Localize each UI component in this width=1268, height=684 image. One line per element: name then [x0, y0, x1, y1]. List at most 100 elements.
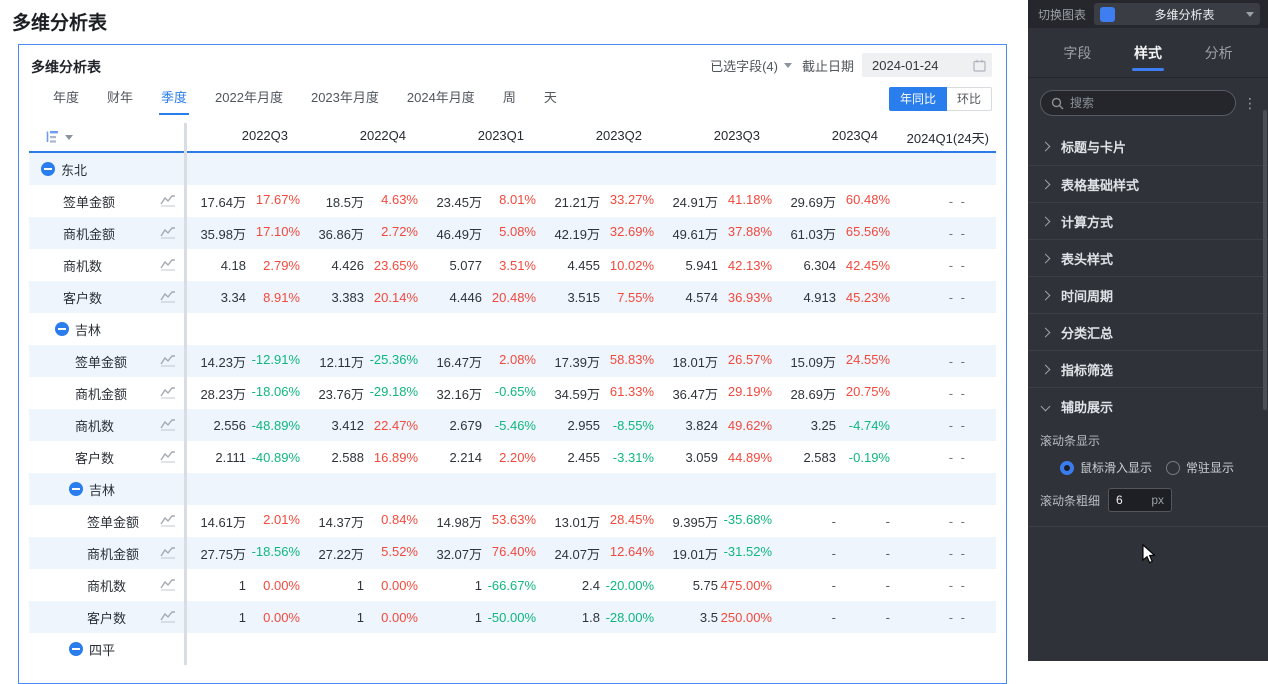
metric-value: 4.18 — [184, 258, 246, 273]
metric-percent: -0.19% — [836, 450, 892, 465]
metric-label[interactable]: 客户数 — [87, 608, 126, 627]
chart-type-dropdown[interactable]: 多维分析表 — [1094, 3, 1260, 25]
value-cell-pair: 1-50.00% — [420, 610, 538, 625]
metric-label[interactable]: 签单金额 — [63, 192, 115, 211]
metric-label[interactable]: 客户数 — [75, 448, 114, 467]
mom-toggle-button[interactable]: 环比 — [947, 87, 992, 111]
trend-chart-icon[interactable] — [160, 514, 176, 527]
group-label[interactable]: 吉林 — [75, 320, 101, 339]
thickness-value-input[interactable] — [1116, 493, 1144, 507]
collapse-minus-icon[interactable] — [55, 322, 69, 336]
value-cell-pair: 28.69万20.75% — [774, 384, 892, 403]
trend-chart-icon[interactable] — [160, 354, 176, 367]
section-label: 标题与卡片 — [1061, 137, 1126, 156]
section-6[interactable]: 指标筛选 — [1028, 350, 1268, 387]
section-3[interactable]: 表头样式 — [1028, 239, 1268, 276]
selected-fields-dropdown[interactable]: 已选字段(4) — [710, 56, 778, 75]
value-cell-pair: 2.58816.89% — [302, 450, 420, 465]
section-label: 分类汇总 — [1061, 323, 1113, 342]
value-cell-pair: 15.09万24.55% — [774, 352, 892, 371]
metric-value: 5.077 — [420, 258, 482, 273]
metric-percent: 32.69% — [600, 224, 656, 243]
table-row: 客户数10.00%10.00%1-50.00%1.8-28.00%3.5250.… — [29, 601, 996, 633]
metric-label[interactable]: 商机数 — [87, 576, 126, 595]
metric-value: 2.4 — [538, 578, 600, 593]
value-cell-pair: 16.47万2.08% — [420, 352, 538, 371]
trend-chart-icon[interactable] — [160, 578, 176, 591]
period-tab-4[interactable]: 2023年月度 — [297, 83, 393, 117]
trend-chart-icon[interactable] — [160, 194, 176, 207]
collapse-minus-icon[interactable] — [69, 642, 83, 656]
panel-scrollbar[interactable] — [1263, 110, 1267, 410]
section-4[interactable]: 时间周期 — [1028, 276, 1268, 313]
section-2[interactable]: 计算方式 — [1028, 202, 1268, 239]
period-tab-0[interactable]: 年度 — [39, 83, 93, 117]
panel-tab-2[interactable]: 分析 — [1201, 33, 1237, 73]
metric-label[interactable]: 商机金额 — [63, 224, 115, 243]
chevron-icon — [1041, 290, 1051, 300]
section-0[interactable]: 标题与卡片 — [1028, 128, 1268, 165]
metric-label[interactable]: 商机数 — [63, 256, 102, 275]
scrollbar-thickness-input[interactable]: px — [1108, 488, 1172, 512]
trend-chart-icon[interactable] — [160, 418, 176, 431]
trend-chart-icon[interactable] — [160, 546, 176, 559]
period-tab-2[interactable]: 季度 — [147, 83, 201, 117]
section-7[interactable]: 辅助展示 — [1028, 387, 1268, 424]
metric-row-label: 客户数 — [29, 441, 184, 473]
period-tab-1[interactable]: 财年 — [93, 83, 147, 117]
search-box[interactable] — [1040, 90, 1236, 116]
scrollbar-display-label: 滚动条显示 — [1040, 432, 1256, 449]
section-label: 时间周期 — [1061, 286, 1113, 305]
trend-chart-icon[interactable] — [160, 290, 176, 303]
group-row-label: 吉林 — [29, 313, 184, 345]
metric-label[interactable]: 客户数 — [63, 288, 102, 307]
deadline-date-input[interactable]: 2024-01-24 — [862, 53, 992, 77]
table-row: 东北 — [29, 153, 996, 185]
period-tab-7[interactable]: 天 — [530, 83, 571, 117]
value-cell-pair: 3.5250.00% — [656, 610, 774, 625]
metric-percent: 16.89% — [364, 450, 420, 465]
trend-chart-icon[interactable] — [160, 258, 176, 271]
radio-hover-show[interactable] — [1060, 461, 1074, 475]
chevron-down-icon[interactable] — [784, 63, 792, 68]
metric-value: 23.45万 — [420, 192, 482, 211]
group-label[interactable]: 吉林 — [89, 480, 115, 499]
period-tab-6[interactable]: 周 — [489, 83, 530, 117]
metric-label[interactable]: 商机金额 — [75, 384, 127, 403]
period-tab-5[interactable]: 2024年月度 — [393, 83, 489, 117]
tree-hierarchy-icon[interactable] — [45, 130, 59, 144]
group-label[interactable]: 东北 — [61, 160, 87, 179]
search-input[interactable] — [1070, 96, 1225, 110]
collapse-minus-icon[interactable] — [69, 482, 83, 496]
collapse-minus-icon[interactable] — [41, 162, 55, 176]
group-label[interactable]: 四平 — [89, 640, 115, 659]
section-1[interactable]: 表格基础样式 — [1028, 165, 1268, 202]
metric-value: 24.91万 — [656, 192, 718, 211]
radio-hover-show-label[interactable]: 鼠标滑入显示 — [1080, 459, 1152, 476]
trend-chart-icon[interactable] — [160, 610, 176, 623]
kebab-menu-icon[interactable]: ⋮ — [1240, 100, 1260, 106]
metric-percent: -18.06% — [246, 384, 302, 403]
period-tab-3[interactable]: 2022年月度 — [201, 83, 297, 117]
section-5[interactable]: 分类汇总 — [1028, 313, 1268, 350]
chevron-down-icon[interactable] — [65, 135, 73, 140]
metric-label[interactable]: 签单金额 — [87, 512, 139, 531]
metric-label[interactable]: 签单金额 — [75, 352, 127, 371]
panel-tab-0[interactable]: 字段 — [1059, 33, 1095, 73]
frozen-column-scrollbar[interactable] — [184, 123, 187, 665]
metric-percent: 42.13% — [718, 258, 774, 273]
metric-percent: 65.56% — [836, 224, 892, 243]
trend-chart-icon[interactable] — [160, 450, 176, 463]
trend-chart-icon[interactable] — [160, 386, 176, 399]
panel-tab-1[interactable]: 样式 — [1130, 33, 1166, 73]
panel-topbar: 切换图表 多维分析表 — [1028, 0, 1268, 28]
value-cell-pair: 12.11万-25.36% — [302, 352, 420, 371]
metric-label[interactable]: 商机金额 — [87, 544, 139, 563]
trend-chart-icon[interactable] — [160, 226, 176, 239]
value-cell-pair: 14.61万2.01% — [184, 512, 302, 531]
yoy-toggle-button[interactable]: 年同比 — [889, 87, 947, 111]
radio-always-show-label[interactable]: 常驻显示 — [1186, 459, 1234, 476]
radio-always-show[interactable] — [1166, 461, 1180, 475]
metric-label[interactable]: 商机数 — [75, 416, 114, 435]
value-cell-pair: 2.111-40.89% — [184, 450, 302, 465]
